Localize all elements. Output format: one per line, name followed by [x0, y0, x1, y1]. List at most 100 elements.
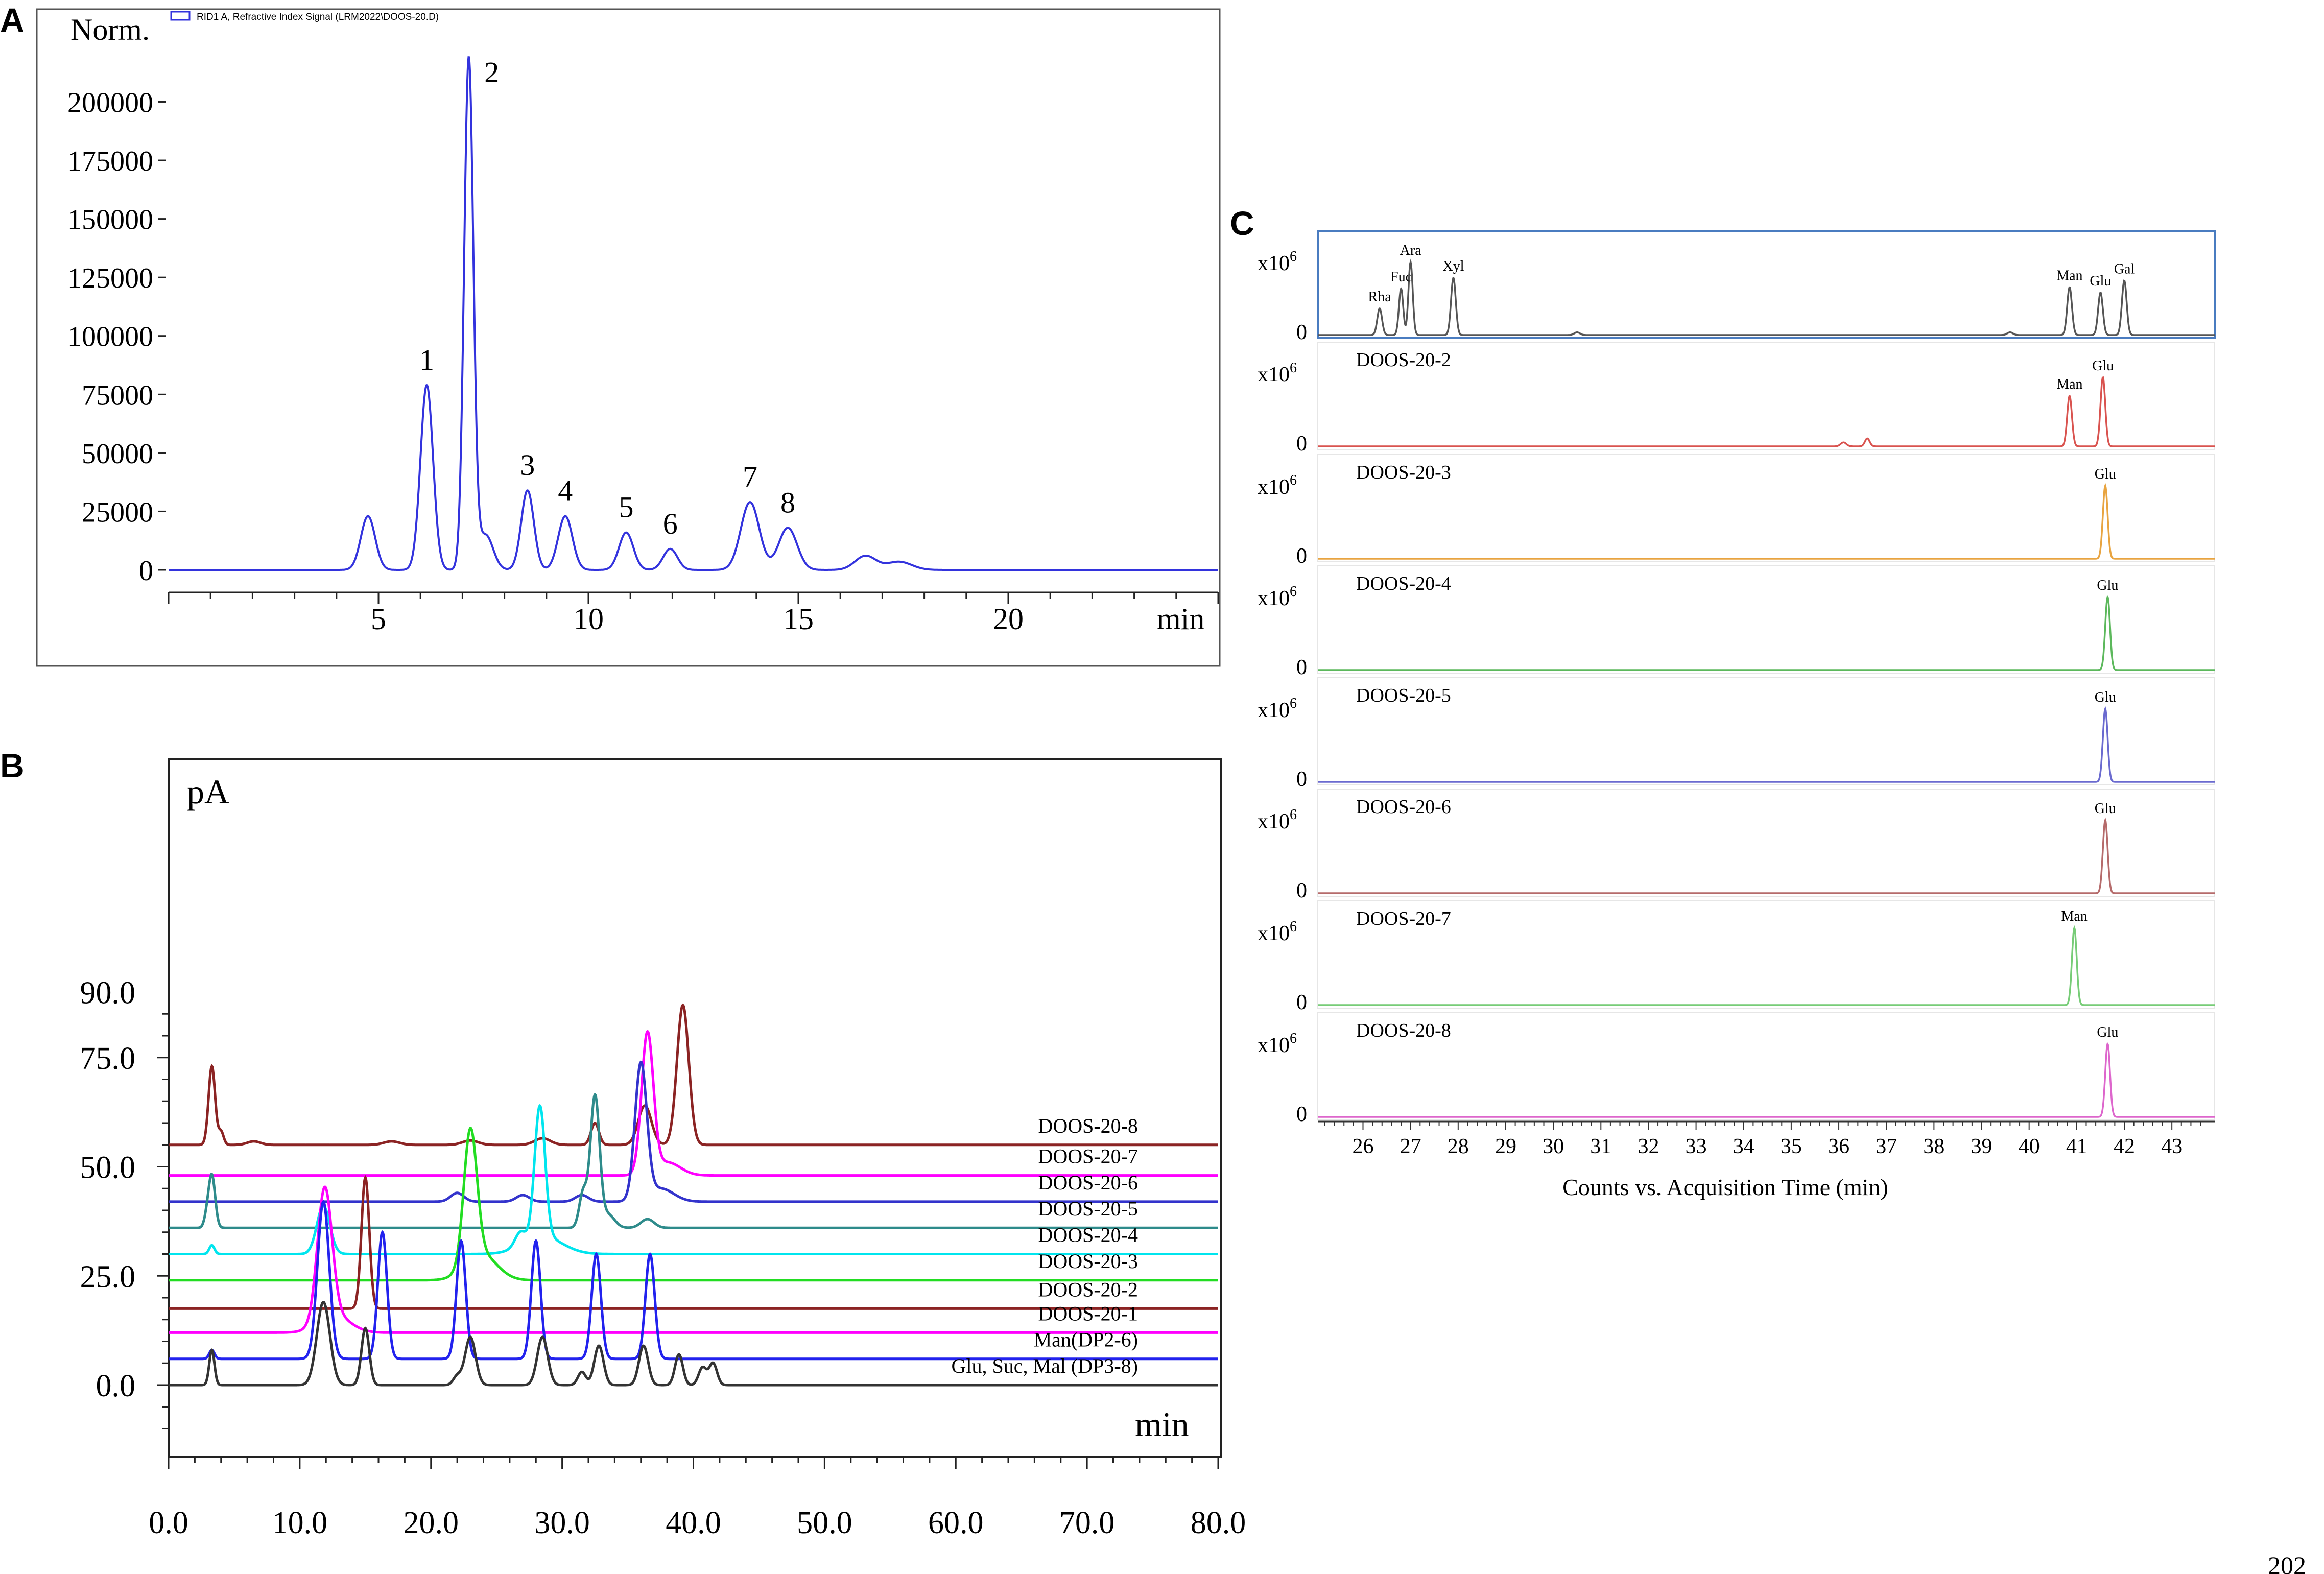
panel-a-peak-label: 3 — [520, 448, 535, 482]
panel-c-xtick-label: 41 — [2066, 1135, 2088, 1158]
panel-c-tracks: x1060RhaFucAraXylMan GluGalDOOS-20-2x1060… — [1258, 230, 2216, 1126]
panel-c-track-title: DOOS-20-8 — [1356, 1020, 1451, 1041]
panel-c-track-title: DOOS-20-6 — [1356, 796, 1451, 818]
panel-c-yzero: 0 — [1296, 656, 1307, 679]
panel-b-xlabel: min — [1135, 1405, 1189, 1444]
panel-a-ytick-label: 125000 — [67, 263, 153, 294]
panel-c-xtick-label: 32 — [1638, 1135, 1659, 1158]
panel-c-peak-label: Glu — [2092, 358, 2114, 374]
panel-a-ytick-label: 25000 — [82, 496, 153, 528]
panel-a-peak-label: 7 — [743, 460, 757, 493]
panel-b-xtick-label: 70.0 — [1059, 1506, 1115, 1540]
panel-c-xtick-label: 37 — [1876, 1135, 1897, 1158]
panel-a-peak-label: 6 — [663, 507, 678, 540]
panel-b-xtick-label: 60.0 — [928, 1506, 984, 1540]
panel-a-legend: RID1 A, Refractive Index Signal (LRM2022… — [197, 12, 439, 22]
panel-c-yzero: 0 — [1296, 1103, 1307, 1126]
panel-c-track-frame — [1317, 1012, 2215, 1120]
panel-b-ytick-label: 75.0 — [80, 1041, 136, 1076]
panel-c-yunit: x106 — [1258, 472, 1297, 499]
panel-c-peak-label: Gal — [2114, 261, 2135, 277]
panel-a-legend-swatch — [170, 11, 191, 21]
panel-c-xtick-label: 36 — [1828, 1135, 1849, 1158]
panel-c-trace — [1318, 483, 2215, 560]
panel-b-ytick-label: 0.0 — [96, 1369, 136, 1403]
corner-text: 202 — [2268, 1551, 2306, 1574]
panel-c-xtick-label: 35 — [1781, 1135, 1802, 1158]
panel-c-yunit: x106 — [1258, 696, 1297, 722]
panel-c-peak-label: Glu — [2097, 1024, 2118, 1040]
panel-a-ytick-label: 50000 — [82, 438, 153, 470]
panel-c-xtick-label: 42 — [2114, 1135, 2135, 1158]
panel-a-peak-label: 4 — [558, 474, 573, 508]
panel-c-yzero: 0 — [1296, 879, 1307, 902]
panel-b-series-label: DOOS-20-8 — [1038, 1114, 1138, 1137]
panel-c-xtick-label: 31 — [1590, 1135, 1611, 1158]
panel-c-peak-label: Glu — [2095, 466, 2116, 482]
panel-c-peak-label: Glu — [2090, 273, 2111, 289]
panel-c-yzero: 0 — [1296, 991, 1307, 1014]
panel-c-xlabel: Counts vs. Acquisition Time (min) — [1562, 1174, 1888, 1200]
panel-a-ytick-label: 200000 — [67, 87, 153, 118]
panel-c-trace — [1318, 706, 2215, 783]
panel-c-yzero: 0 — [1296, 432, 1307, 456]
panel-c-trace — [1318, 595, 2215, 671]
panel-b-label: B — [0, 747, 25, 784]
panel-b-series-label: DOOS-20-5 — [1038, 1197, 1138, 1220]
panel-a-ytick-label: 175000 — [67, 146, 153, 177]
panel-b-y-axis: 0.0 25.0 50.0 75.0 90.0 — [80, 976, 169, 1429]
panel-b-ytick-label: 25.0 — [80, 1259, 136, 1294]
panel-b-xtick-label: 20.0 — [404, 1506, 459, 1540]
panel-c-track-frame — [1317, 342, 2215, 450]
panel-c-track-title: DOOS-20-3 — [1356, 462, 1451, 483]
panel-c-yunit: x106 — [1258, 584, 1297, 610]
panel-b-ytick-label: 90.0 — [80, 976, 136, 1011]
panel-b-series-label: Man(DP2-6) — [1034, 1328, 1138, 1351]
panel-a-xtick-label: 20 — [993, 602, 1024, 636]
panel-a-ylabel: Norm. — [70, 13, 150, 46]
panel-c-peak-label: Rha — [1368, 289, 1392, 305]
panel-c-track-title: DOOS-20-2 — [1356, 349, 1451, 371]
panel-c-yunit: x106 — [1258, 360, 1297, 387]
panel-c-xtick-label: 40 — [2019, 1135, 2040, 1158]
panel-c-peak-label: Fuc — [1390, 269, 1412, 285]
panel-c-track-title: DOOS-20-4 — [1356, 573, 1451, 594]
panel-c-peak-label: Ara — [1400, 243, 1422, 258]
panel-b-series: DOOS-20-8 DOOS-20-7 DOOS-20-6 DOOS-20-5 DOOS… — [169, 1003, 1218, 1387]
panel-b-xtick-label: 10.0 — [272, 1506, 328, 1540]
panel-c-track-frame — [1317, 789, 2215, 897]
panel-c-yunit: x106 — [1258, 807, 1297, 833]
panel-c-xtick-label: 26 — [1352, 1135, 1373, 1158]
panel-a-series — [169, 56, 1218, 571]
panel-b-chart: B pA min 0.0 25.0 50.0 75.0 90.0 0.0 10.0 20.0… — [0, 747, 1246, 1540]
panel-c-track-frame — [1317, 454, 2215, 562]
panel-a-peak-label: 5 — [619, 491, 633, 524]
panel-b-xtick-label: 30.0 — [534, 1506, 590, 1540]
panel-c-trace — [1318, 817, 2215, 894]
panel-c-chart: C x1060RhaFucAraXylMan GluGalDOOS-20-2x10… — [1230, 204, 2216, 1200]
panel-a-ytick-label: 100000 — [67, 321, 153, 353]
panel-b-series-label: DOOS-20-7 — [1038, 1145, 1138, 1168]
panel-b-series-label: DOOS-20-2 — [1038, 1278, 1138, 1301]
panel-a-xlabel: min — [1157, 602, 1204, 636]
panel-b-series-label: DOOS-20-4 — [1038, 1224, 1138, 1247]
panel-c-xtick-label: 34 — [1733, 1135, 1754, 1158]
panel-b-frame — [168, 758, 1222, 1458]
panel-c-track-title: DOOS-20-7 — [1356, 908, 1451, 929]
panel-c-peak-label: Man — [2056, 268, 2082, 283]
panel-b-series-label: DOOS-20-3 — [1038, 1250, 1138, 1273]
panel-b-series-label: DOOS-20-6 — [1038, 1171, 1138, 1194]
panel-c-xtick-label: 43 — [2161, 1135, 2183, 1158]
panel-b-xtick-label: 80.0 — [1191, 1506, 1246, 1540]
panel-c-track-title: DOOS-20-5 — [1356, 685, 1451, 706]
panel-c-track-frame — [1317, 677, 2215, 785]
panel-a-trace — [169, 56, 1218, 571]
panel-c-trace — [1318, 925, 2215, 1006]
panel-a-ytick-label: 150000 — [67, 204, 153, 236]
panel-a-peak-label: 2 — [484, 56, 499, 89]
panel-c-peak-label: Glu — [2095, 801, 2116, 817]
panel-b-xtick-label: 0.0 — [149, 1506, 188, 1540]
panel-a-y-axis: 0 25000 50000 75000 100000 125000 150000 175000… — [67, 87, 166, 587]
panel-a-xtick-label: 5 — [371, 602, 386, 636]
panel-b-x-axis: 0.0 10.0 20.0 30.0 40.0 50.0 60.0 70.0 80.0 — [149, 1457, 1246, 1540]
